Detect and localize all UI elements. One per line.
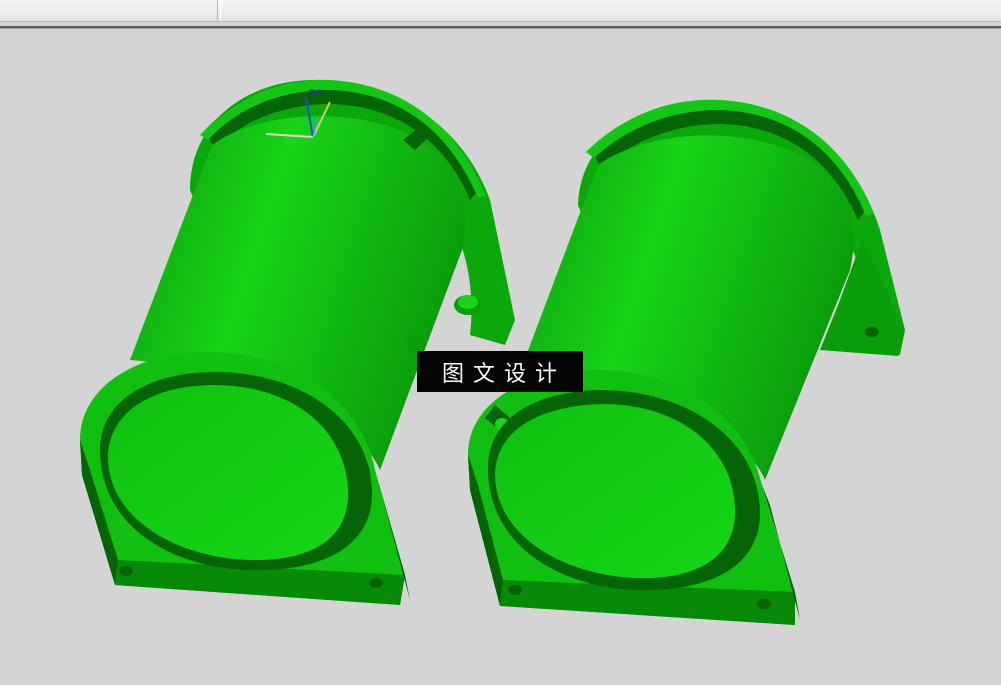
watermark-label: 图文设计: [417, 351, 583, 392]
cad-viewport[interactable]: ZC 图文设计: [0, 29, 1001, 685]
toolbar-separator: [217, 0, 221, 20]
cylindrical-bracket-left[interactable]: [80, 79, 515, 605]
triad-z-label: ZC: [309, 89, 323, 99]
toolbar: [0, 0, 1001, 22]
